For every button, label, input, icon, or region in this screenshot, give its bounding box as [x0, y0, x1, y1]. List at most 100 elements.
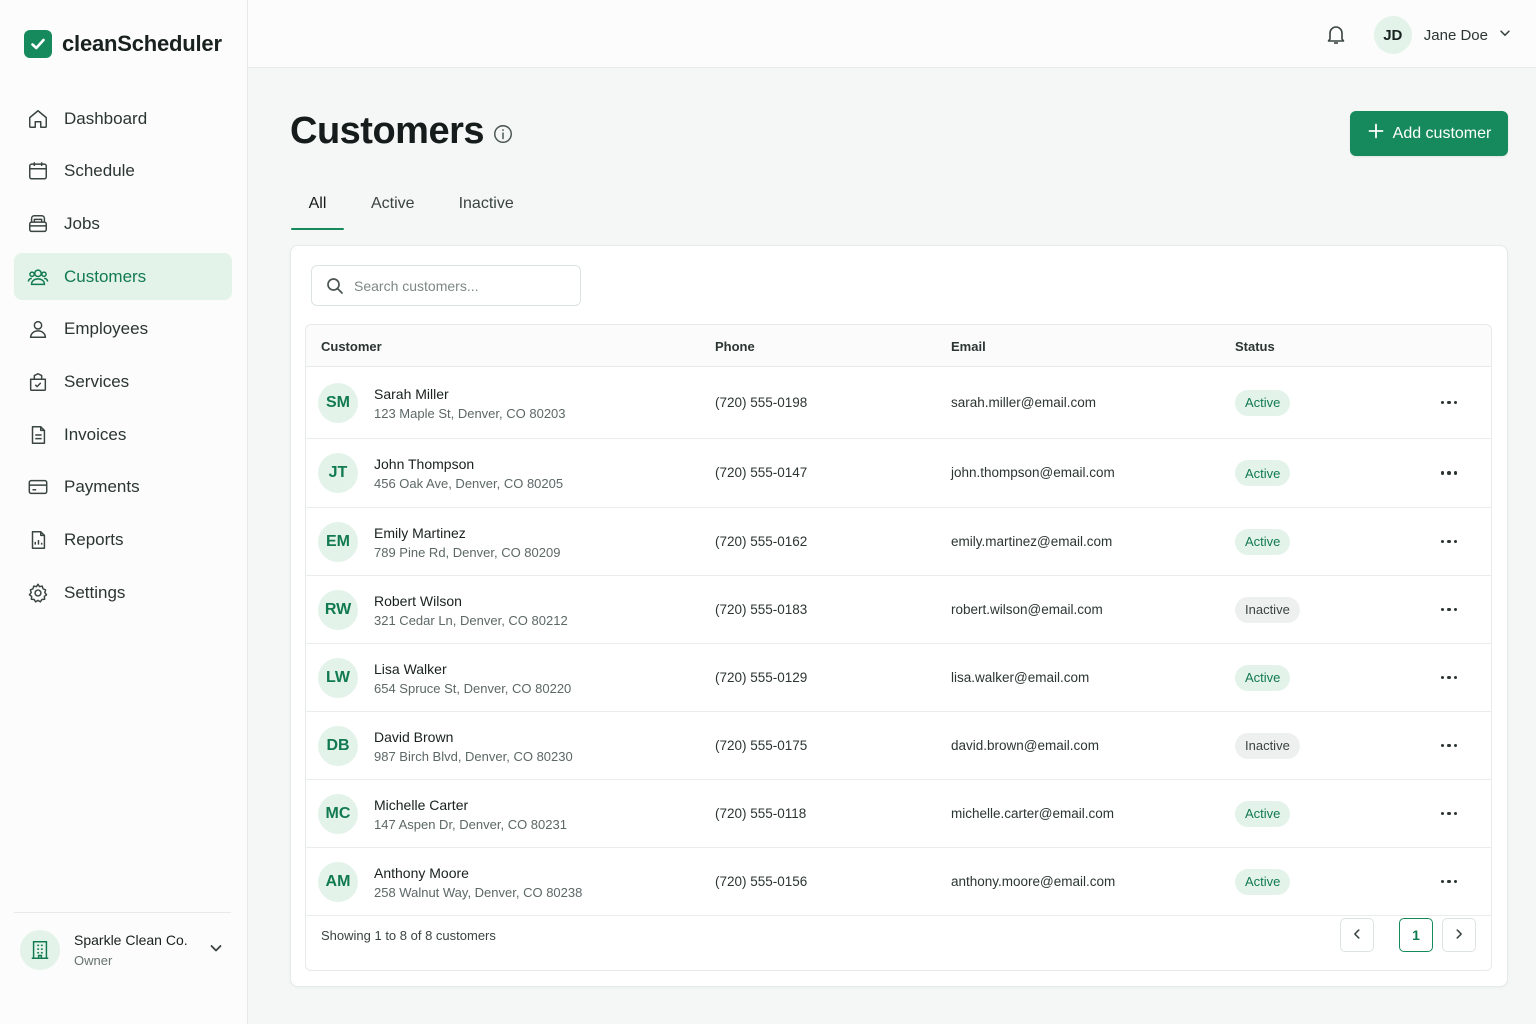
- avatar: JD: [1373, 16, 1412, 54]
- customer-name[interactable]: Robert Wilson: [374, 593, 462, 609]
- sidebar-item-payments[interactable]: Payments: [14, 464, 232, 511]
- pagination-summary: Showing 1 to 8 of 8 customers: [321, 928, 496, 943]
- sidebar-item-employees[interactable]: Employees: [14, 306, 232, 353]
- notification-bell-icon[interactable]: [1324, 22, 1348, 51]
- page-1-button[interactable]: 1: [1399, 918, 1433, 952]
- customer-address: 258 Walnut Way, Denver, CO 80238: [374, 884, 583, 900]
- sidebar-divider: [14, 912, 231, 913]
- ellipsis-icon: [1440, 811, 1445, 816]
- more-actions-button[interactable]: [1436, 736, 1462, 756]
- sidebar-item-schedule[interactable]: Schedule: [14, 148, 232, 195]
- plus-icon: [1367, 122, 1385, 145]
- tab-active[interactable]: Active: [371, 184, 415, 230]
- sidebar-item-label: Jobs: [64, 213, 100, 233]
- customer-phone: (720) 555-0162: [715, 533, 808, 549]
- page-title: Customers: [290, 110, 485, 152]
- column-header-status[interactable]: Status: [1235, 339, 1275, 354]
- ellipsis-icon: [1453, 400, 1458, 405]
- card-icon: [26, 475, 50, 499]
- customer-email: john.thompson@email.com: [951, 465, 1115, 480]
- ellipsis-icon: [1453, 675, 1458, 680]
- sidebar-item-services[interactable]: Services: [14, 358, 232, 405]
- user-name: Jane Doe: [1423, 26, 1488, 44]
- more-actions-button[interactable]: [1436, 463, 1462, 483]
- chevron-right-icon: [1452, 927, 1466, 944]
- more-actions-button[interactable]: [1436, 393, 1462, 413]
- sidebar-item-reports[interactable]: Reports: [14, 517, 232, 564]
- add-customer-button[interactable]: Add customer: [1350, 111, 1508, 156]
- sidebar-nav: Dashboard Schedule Jobs Customers Employ…: [14, 95, 232, 622]
- sidebar-item-invoices[interactable]: Invoices: [14, 411, 232, 458]
- services-icon: [26, 370, 50, 394]
- status-badge: Active: [1235, 528, 1291, 555]
- ellipsis-icon: [1453, 539, 1458, 544]
- status-badge: Active: [1235, 389, 1291, 416]
- customers-card: Customer Phone Email Status SM Sarah Mill…: [290, 245, 1508, 987]
- ellipsis-icon: [1447, 675, 1451, 680]
- sidebar-item-dashboard[interactable]: Dashboard: [14, 95, 232, 142]
- column-header-phone[interactable]: Phone: [715, 339, 755, 354]
- more-actions-button[interactable]: [1436, 804, 1462, 824]
- app-logo[interactable]: cleanScheduler: [24, 30, 222, 58]
- customer-phone: (720) 555-0183: [715, 601, 808, 617]
- more-actions-button[interactable]: [1436, 532, 1462, 552]
- info-icon[interactable]: [492, 123, 514, 150]
- customer-avatar: SM: [318, 382, 358, 423]
- ellipsis-icon: [1440, 743, 1445, 748]
- customer-name[interactable]: John Thompson: [374, 456, 474, 472]
- customer-email: anthony.moore@email.com: [951, 873, 1116, 889]
- organization-info: Sparkle Clean Co. Owner: [74, 932, 208, 968]
- sidebar-item-customers[interactable]: Customers: [14, 253, 232, 301]
- ellipsis-icon: [1453, 743, 1458, 748]
- customer-avatar: MC: [318, 793, 358, 834]
- customer-email: michelle.carter@email.com: [951, 805, 1114, 821]
- table-row[interactable]: JT John Thompson 456 Oak Ave, Denver, CO 8…: [306, 439, 1491, 508]
- customer-name[interactable]: Anthony Moore: [374, 865, 469, 881]
- organization-name: Sparkle Clean Co.: [74, 932, 188, 948]
- more-actions-button[interactable]: [1436, 872, 1462, 892]
- table-row[interactable]: RW Robert Wilson 321 Cedar Ln, Denver, CO …: [306, 576, 1491, 644]
- more-actions-button[interactable]: [1436, 600, 1462, 620]
- search-box[interactable]: [311, 265, 581, 306]
- sidebar-item-label: Invoices: [64, 424, 127, 444]
- previous-page-button[interactable]: [1340, 918, 1374, 952]
- sidebar-item-label: Payments: [64, 477, 140, 497]
- organization-switcher[interactable]: Sparkle Clean Co. Owner: [20, 928, 232, 972]
- sidebar-item-settings[interactable]: Settings: [14, 569, 232, 616]
- customer-email: emily.martinez@email.com: [951, 533, 1113, 549]
- table-row[interactable]: MC Michelle Carter 147 Aspen Dr, Denver, C…: [306, 780, 1491, 848]
- ellipsis-icon: [1447, 539, 1451, 544]
- table-row[interactable]: LW Lisa Walker 654 Spruce St, Denver, CO 8…: [306, 644, 1491, 712]
- customer-name[interactable]: Lisa Walker: [374, 661, 447, 677]
- customer-name[interactable]: Sarah Miller: [374, 386, 449, 402]
- tab-all[interactable]: All: [291, 184, 344, 230]
- next-page-button[interactable]: [1442, 918, 1476, 952]
- sidebar-item-jobs[interactable]: Jobs: [14, 200, 232, 247]
- customer-address: 147 Aspen Dr, Denver, CO 80231: [374, 816, 567, 832]
- ellipsis-icon: [1453, 879, 1458, 884]
- column-header-email[interactable]: Email: [951, 339, 986, 354]
- user-menu[interactable]: JD Jane Doe: [1373, 16, 1512, 54]
- ellipsis-icon: [1447, 811, 1451, 816]
- customer-phone: (720) 555-0175: [715, 737, 808, 753]
- ellipsis-icon: [1447, 400, 1451, 405]
- search-input[interactable]: [354, 277, 564, 294]
- table-row[interactable]: EM Emily Martinez 789 Pine Rd, Denver, CO …: [306, 508, 1491, 576]
- gear-icon: [26, 581, 50, 605]
- customer-name[interactable]: Michelle Carter: [374, 797, 468, 813]
- table-footer: Showing 1 to 8 of 8 customers 1: [306, 901, 1491, 970]
- more-actions-button[interactable]: [1436, 668, 1462, 688]
- customer-name[interactable]: David Brown: [374, 729, 453, 745]
- table-row[interactable]: SM Sarah Miller 123 Maple St, Denver, CO 8…: [306, 367, 1491, 439]
- check-logo-icon: [24, 30, 52, 58]
- sidebar-item-label: Settings: [64, 582, 126, 602]
- column-header-customer[interactable]: Customer: [321, 339, 382, 354]
- customer-tabs: All Active Inactive: [291, 184, 558, 230]
- sidebar-item-label: Schedule: [64, 161, 135, 181]
- sidebar-item-label: Customers: [64, 266, 147, 286]
- customer-name[interactable]: Emily Martinez: [374, 525, 466, 541]
- customer-avatar: JT: [318, 453, 358, 493]
- user-icon: [26, 317, 50, 341]
- tab-inactive[interactable]: Inactive: [459, 184, 514, 230]
- table-row[interactable]: DB David Brown 987 Birch Blvd, Denver, CO …: [306, 712, 1491, 780]
